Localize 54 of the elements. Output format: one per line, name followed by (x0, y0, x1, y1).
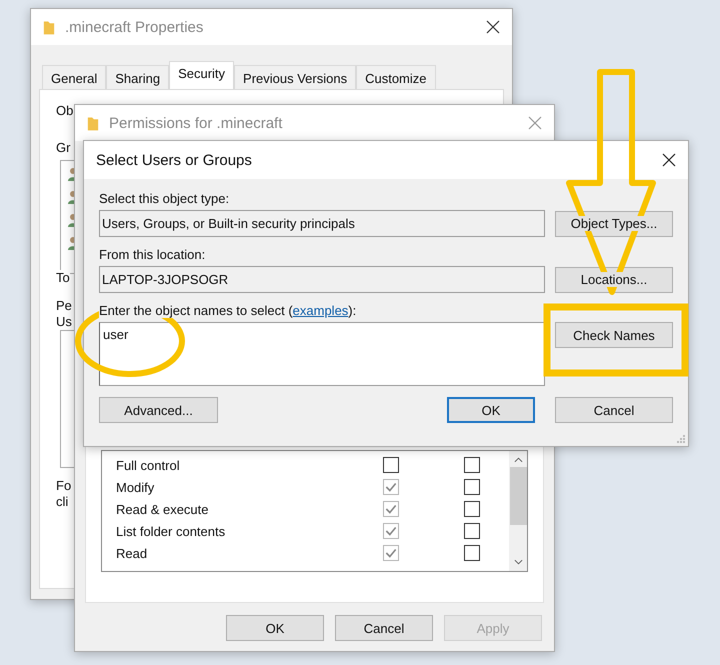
permissions-label: Pe (56, 298, 72, 313)
tab[interactable]: Customize (356, 65, 436, 90)
locations-button[interactable]: Locations... (555, 266, 673, 292)
cancel-button[interactable]: Cancel (555, 397, 673, 423)
users-label: Us (56, 314, 72, 329)
permission-name: Read & execute (116, 502, 210, 516)
ok-button[interactable]: OK (447, 397, 535, 423)
permission-name: Read (116, 546, 148, 560)
deny-checkbox[interactable] (464, 523, 480, 539)
examples-link[interactable]: examples (292, 303, 348, 318)
permission-name: Modify (116, 480, 156, 494)
special-permissions-label: Fo (56, 478, 72, 493)
advanced-hint-label: cli (56, 494, 68, 509)
object-types-button[interactable]: Object Types... (555, 210, 673, 236)
tab[interactable]: Previous Versions (234, 65, 356, 90)
checkmark-icon (384, 502, 398, 516)
location-field: LAPTOP-3JOPSOGR (99, 266, 545, 293)
object-name-label: Ob (56, 103, 74, 118)
checkmark-icon (384, 524, 398, 538)
folder-icon (87, 114, 99, 132)
permission-name: List folder contents (116, 524, 226, 538)
window-title: .minecraft Properties (65, 18, 204, 36)
object-type-label: Select this object type: (99, 191, 230, 206)
deny-checkbox[interactable] (464, 457, 480, 473)
resize-grip-icon[interactable] (677, 435, 686, 444)
scroll-up-icon[interactable] (514, 457, 522, 463)
permission-name: Full control (116, 458, 181, 472)
object-type-field: Users, Groups, or Built-in security principals (99, 210, 545, 237)
tab[interactable]: General (42, 65, 106, 90)
window-title: Permissions for .minecraft (109, 114, 284, 132)
object-names-label: Enter the object names to select (examples): (99, 303, 356, 318)
scrollbar-thumb[interactable] (510, 467, 526, 525)
tab[interactable]: Sharing (106, 65, 170, 90)
tab[interactable]: Security (169, 61, 234, 89)
folder-icon (43, 18, 55, 36)
group-label: Gr (56, 140, 70, 155)
checkmark-icon (384, 480, 398, 494)
close-icon[interactable] (486, 20, 500, 34)
object-names-field[interactable]: user (99, 322, 545, 386)
deny-checkbox[interactable] (464, 501, 480, 517)
check-names-button[interactable]: Check Names (555, 322, 673, 348)
allow-checkbox[interactable] (383, 457, 399, 473)
advanced-button[interactable]: Advanced... (99, 397, 218, 423)
location-label: From this location: (99, 247, 206, 262)
scroll-down-icon[interactable] (514, 559, 522, 565)
checkmark-icon (384, 546, 398, 560)
scrollbar[interactable] (509, 451, 527, 571)
cancel-button[interactable]: Cancel (335, 615, 433, 641)
deny-checkbox[interactable] (464, 479, 480, 495)
dialog-title: Select Users or Groups (96, 152, 253, 168)
change-permissions-label: To (56, 270, 70, 285)
ok-button[interactable]: OK (226, 615, 324, 641)
deny-checkbox[interactable] (464, 545, 480, 561)
close-icon[interactable] (662, 153, 676, 167)
